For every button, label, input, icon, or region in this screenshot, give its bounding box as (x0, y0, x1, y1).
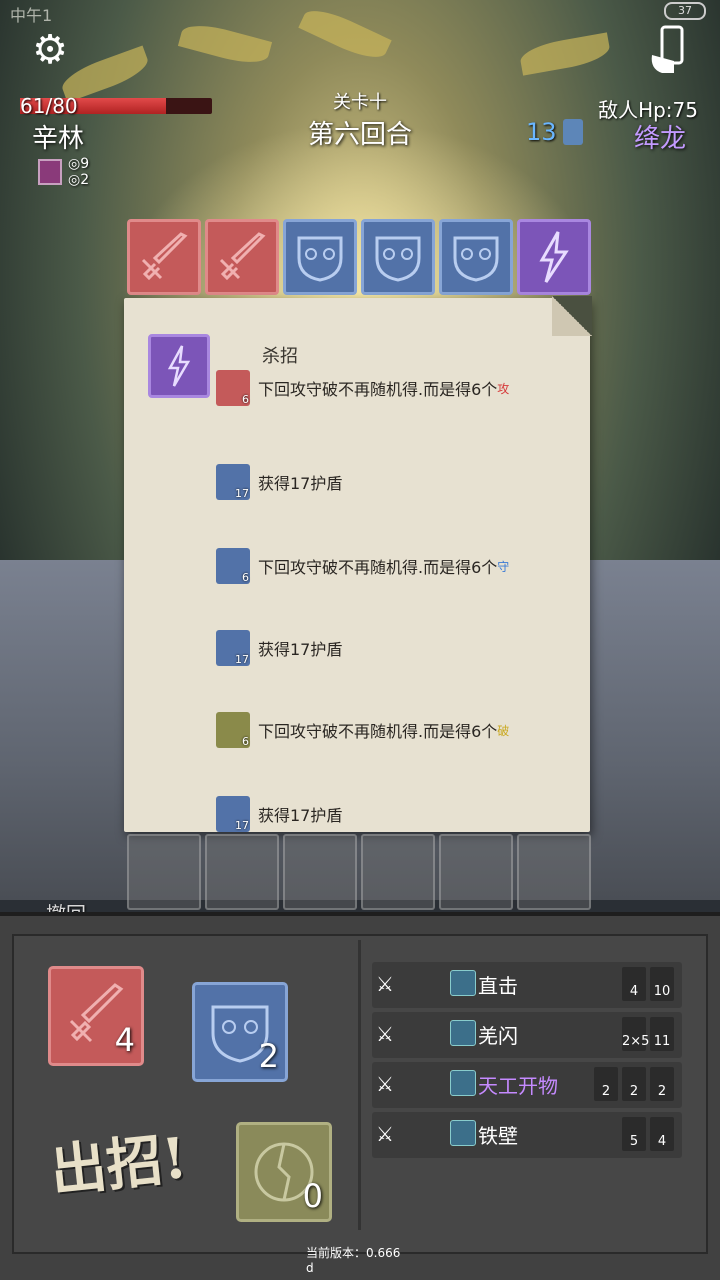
skill-row[interactable]: ⚔ 直击 4 10 (372, 962, 682, 1008)
shield-icon: 17 (216, 464, 250, 500)
tooltip-line-text: 下回攻守破不再随机得.而是得6个 (258, 380, 498, 399)
result-icon (516, 554, 546, 578)
version-text: 当前版本：0.666 d (306, 1246, 400, 1276)
empty-slot-row (127, 834, 591, 910)
tooltip-line: 6 下回攻守破不再随机得.而是得6个 破 (216, 710, 576, 750)
player-hp-text: 61/80 (20, 94, 78, 118)
skill-requirement-icon: ⚔ (376, 972, 394, 996)
skill-stat: 5 (622, 1117, 646, 1151)
panel-divider (358, 940, 361, 1230)
settings-gear-icon[interactable]: ⚙ (22, 22, 78, 78)
tooltip-line-text: 下回攻守破不再随机得.而是得6个 (258, 722, 498, 741)
skill-stat: 11 (650, 1017, 674, 1051)
level-label: 关卡十 (333, 92, 387, 113)
skill-name: 羌闪 (478, 1024, 518, 1048)
skill-requirement-icon: ⚔ (376, 1022, 394, 1046)
enemy-name: 绛龙 (633, 124, 686, 154)
defense-count: 2 (258, 1037, 279, 1075)
mask-tile[interactable] (439, 219, 513, 295)
skill-stat: 2×5 (622, 1017, 649, 1051)
tooltip-line-text: 下回攻守破不再随机得.而是得6个 (258, 558, 498, 577)
version-label: 当前版本：0.666 (306, 1246, 401, 1260)
paper-fold (552, 296, 592, 336)
version-suffix: d (306, 1261, 314, 1275)
skill-requirement-icon: ⚔ (376, 1072, 394, 1096)
player-stats: ◎9 ◎2 (38, 156, 89, 188)
shield-icon (562, 119, 583, 145)
break-count: 0 (302, 1177, 323, 1215)
tooltip-line-tag: 破 (497, 723, 510, 738)
result-icon (516, 718, 546, 742)
shield-icon: 17 (216, 630, 250, 666)
tile-row (127, 219, 591, 295)
sword-icon: 6 (216, 370, 250, 406)
shield-icon: 17 (216, 796, 250, 832)
mask-icon: 6 (216, 548, 250, 584)
tooltip-line: 17 获得17护盾 (216, 628, 576, 668)
empty-slot[interactable] (517, 834, 591, 910)
lightning-icon (148, 334, 210, 398)
empty-slot[interactable] (361, 834, 435, 910)
defense-card-button[interactable]: 2 (192, 982, 288, 1082)
tooltip-line: 6 下回攻守破不再随机得.而是得6个 攻 (216, 368, 576, 408)
attack-count: 4 (114, 1021, 135, 1059)
skill-stat: 2 (594, 1067, 618, 1101)
execute-button[interactable]: 出招! (46, 1113, 190, 1208)
empty-slot[interactable] (439, 834, 513, 910)
phone-hand-icon[interactable] (640, 22, 696, 78)
tooltip-line-text: 获得17护盾 (258, 640, 343, 659)
skill-icon (450, 1020, 476, 1046)
skill-stat: 4 (650, 1117, 674, 1151)
skill-stat: 10 (650, 967, 674, 1001)
result-icon (516, 376, 546, 400)
stat-a-value: 9 (80, 156, 90, 172)
skill-requirement-icon: ⚔ (376, 1122, 394, 1146)
attack-card-button[interactable]: 4 (48, 966, 144, 1066)
result-icon (516, 802, 546, 826)
tooltip-title: 杀招 (262, 346, 298, 367)
empty-slot[interactable] (205, 834, 279, 910)
bamboo-leaf (177, 18, 273, 70)
mask-tile[interactable] (283, 219, 357, 295)
round-label: 第六回合 (307, 120, 412, 150)
broken-disc-icon: 6 (216, 712, 250, 748)
tooltip-line: 17 获得17护盾 (216, 794, 576, 834)
skill-icon (450, 970, 476, 996)
result-icon (516, 470, 546, 494)
empty-slot[interactable] (283, 834, 357, 910)
skill-name: 直击 (478, 974, 518, 998)
item-box-icon (38, 159, 62, 185)
sword-tile[interactable] (205, 219, 279, 295)
skill-row[interactable]: ⚔ 羌闪 2×5 11 (372, 1012, 682, 1058)
skill-tooltip-paper: 杀招 6 下回攻守破不再随机得.而是得6个 攻 17 获得17护盾 6 下回攻守… (124, 296, 592, 834)
sword-tile[interactable] (127, 219, 201, 295)
battery-indicator: 37 (664, 2, 706, 20)
skill-name: 铁壁 (478, 1124, 518, 1148)
enemy-shield-value: 13 (526, 118, 557, 146)
tooltip-line-tag: 守 (497, 559, 510, 574)
tooltip-line-tag: 攻 (497, 381, 510, 396)
tooltip-line-text: 获得17护盾 (258, 806, 343, 825)
empty-slot[interactable] (127, 834, 201, 910)
bamboo-leaf (298, 2, 392, 66)
skill-stat: 2 (622, 1067, 646, 1101)
skill-name: 天工开物 (478, 1074, 558, 1098)
skill-stat: 4 (622, 967, 646, 1001)
enemy-shield: 13 (526, 118, 583, 146)
skill-row[interactable]: ⚔ 铁壁 5 4 (372, 1112, 682, 1158)
tooltip-line: 17 获得17护盾 (216, 462, 576, 502)
skill-row[interactable]: ⚔ 天工开物 2 2 2 (372, 1062, 682, 1108)
mask-tile[interactable] (361, 219, 435, 295)
tooltip-line: 6 下回攻守破不再随机得.而是得6个 守 (216, 546, 576, 586)
bamboo-leaf (518, 32, 612, 76)
lightning-tile[interactable] (517, 219, 591, 295)
skill-icon (450, 1120, 476, 1146)
tooltip-line-text: 获得17护盾 (258, 474, 343, 493)
player-name: 辛林 (32, 124, 85, 154)
stat-b-value: 2 (80, 172, 90, 188)
skill-stat: 2 (650, 1067, 674, 1101)
result-icon (516, 636, 546, 660)
break-card-button[interactable]: 0 (236, 1122, 332, 1222)
skill-icon (450, 1070, 476, 1096)
